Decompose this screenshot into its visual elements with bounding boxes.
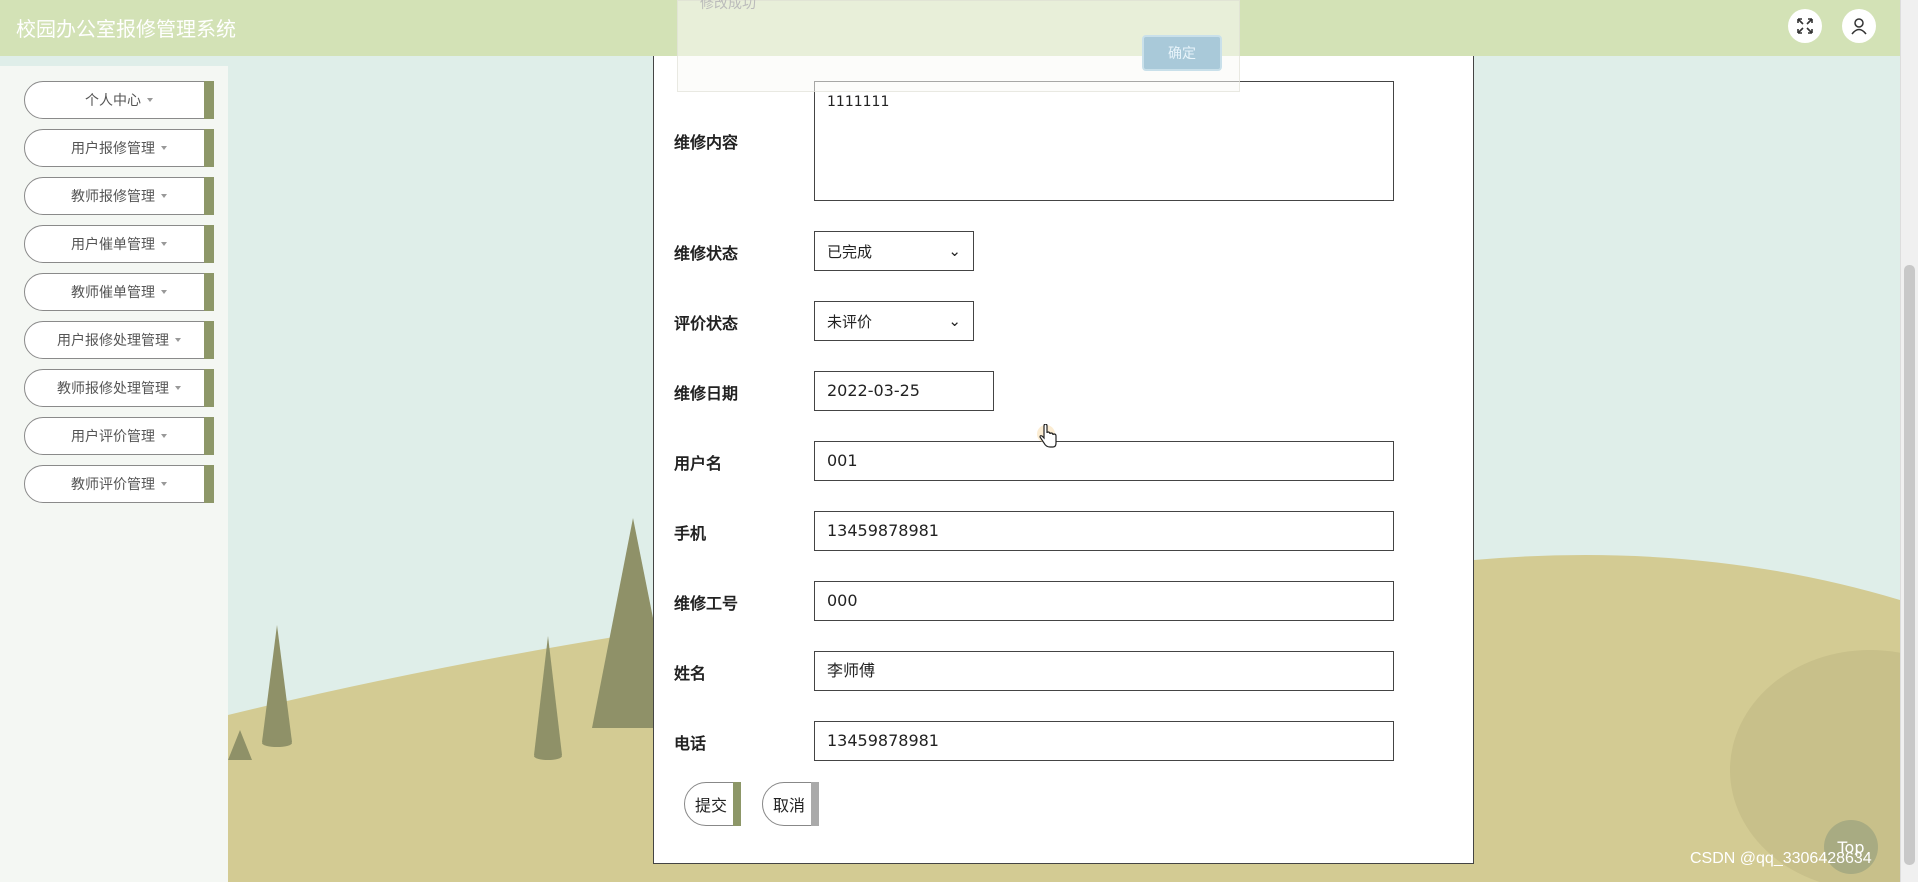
- phone-input[interactable]: 13459878981: [814, 511, 1394, 551]
- caret-down-icon: [161, 482, 167, 486]
- accent-bar: [204, 129, 214, 167]
- username-label: 用户名: [674, 454, 723, 473]
- hand-pointer-icon: [1037, 424, 1057, 448]
- caret-down-icon: [175, 386, 181, 390]
- accent-bar: [204, 177, 214, 215]
- sidebar: 个人中心 用户报修管理 教师报修管理 用户催单管理 教师催单管理 用户报修处理管…: [0, 66, 228, 882]
- name-label: 姓名: [674, 664, 707, 683]
- username-input[interactable]: 001: [814, 441, 1394, 481]
- sidebar-item-label: 用户催单管理: [71, 237, 155, 253]
- phone-label: 手机: [674, 524, 707, 543]
- caret-down-icon: [147, 98, 153, 102]
- sidebar-item-label: 教师催单管理: [71, 285, 155, 301]
- accent-bar: [204, 225, 214, 263]
- caret-down-icon: [161, 146, 167, 150]
- name-input[interactable]: 李师傅: [814, 651, 1394, 691]
- caret-down-icon: [175, 338, 181, 342]
- status-label: 维修状态: [674, 244, 739, 263]
- content-textarea[interactable]: 1111111: [814, 81, 1394, 201]
- review-label: 评价状态: [674, 314, 739, 333]
- review-select[interactable]: 未评价 ⌄: [814, 301, 974, 341]
- tel-label: 电话: [674, 734, 707, 753]
- user-icon[interactable]: [1842, 9, 1876, 43]
- sidebar-item-user-review[interactable]: 用户评价管理: [24, 417, 214, 455]
- success-toast: 修改成功 确定: [677, 0, 1240, 92]
- chevron-down-icon: ⌄: [948, 242, 961, 260]
- toast-message: 修改成功: [700, 0, 756, 12]
- sidebar-item-personal-center[interactable]: 个人中心: [24, 81, 214, 119]
- sidebar-item-label: 用户评价管理: [71, 429, 155, 445]
- accent-bar: [811, 782, 819, 826]
- vertical-scrollbar[interactable]: [1900, 0, 1918, 882]
- sidebar-item-user-repair-handling[interactable]: 用户报修处理管理: [24, 321, 214, 359]
- cancel-label: 取消: [773, 796, 806, 815]
- expand-arrows-icon: [1797, 18, 1813, 34]
- sidebar-item-label: 教师评价管理: [71, 477, 155, 493]
- person-icon: [1851, 18, 1867, 35]
- date-label: 维修日期: [674, 384, 739, 403]
- scroll-thumb[interactable]: [1904, 265, 1915, 865]
- sidebar-item-teacher-urge[interactable]: 教师催单管理: [24, 273, 214, 311]
- date-input[interactable]: 2022-03-25: [814, 371, 994, 411]
- worker-id-label: 维修工号: [674, 594, 739, 613]
- accent-bar: [204, 321, 214, 359]
- chevron-down-icon: ⌄: [948, 312, 961, 330]
- review-value: 未评价: [827, 312, 873, 331]
- app-title: 校园办公室报修管理系统: [16, 17, 236, 41]
- caret-down-icon: [161, 290, 167, 294]
- content-label: 维修内容: [674, 133, 739, 152]
- edit-form-panel: 维修内容 1111111 维修状态 已完成 ⌄ 评价状态 未评价 ⌄ 维修日期 20…: [653, 56, 1474, 864]
- sidebar-item-label: 教师报修管理: [71, 189, 155, 205]
- submit-button[interactable]: 提交: [684, 782, 741, 826]
- sidebar-item-label: 用户报修处理管理: [57, 333, 169, 349]
- caret-down-icon: [161, 194, 167, 198]
- accent-bar: [204, 465, 214, 503]
- toast-confirm-button[interactable]: 确定: [1142, 35, 1222, 71]
- sidebar-item-label: 用户报修管理: [71, 141, 155, 157]
- worker-id-input[interactable]: 000: [814, 581, 1394, 621]
- accent-bar: [204, 369, 214, 407]
- watermark: CSDN @qq_3306428634: [1690, 850, 1872, 867]
- sidebar-item-teacher-review[interactable]: 教师评价管理: [24, 465, 214, 503]
- fullscreen-icon[interactable]: [1788, 9, 1822, 43]
- sidebar-item-user-urge[interactable]: 用户催单管理: [24, 225, 214, 263]
- caret-down-icon: [161, 434, 167, 438]
- accent-bar: [204, 81, 214, 119]
- status-value: 已完成: [827, 242, 873, 261]
- sidebar-item-label: 个人中心: [85, 93, 141, 109]
- caret-down-icon: [161, 242, 167, 246]
- accent-bar: [204, 417, 214, 455]
- accent-bar: [733, 782, 741, 826]
- sidebar-item-label: 教师报修处理管理: [57, 381, 169, 397]
- sidebar-item-teacher-repair[interactable]: 教师报修管理: [24, 177, 214, 215]
- status-select[interactable]: 已完成 ⌄: [814, 231, 974, 271]
- sidebar-item-user-repair[interactable]: 用户报修管理: [24, 129, 214, 167]
- sidebar-item-teacher-repair-handling[interactable]: 教师报修处理管理: [24, 369, 214, 407]
- cancel-button[interactable]: 取消: [762, 782, 819, 826]
- submit-label: 提交: [695, 796, 728, 815]
- accent-bar: [204, 273, 214, 311]
- tel-input[interactable]: 13459878981: [814, 721, 1394, 761]
